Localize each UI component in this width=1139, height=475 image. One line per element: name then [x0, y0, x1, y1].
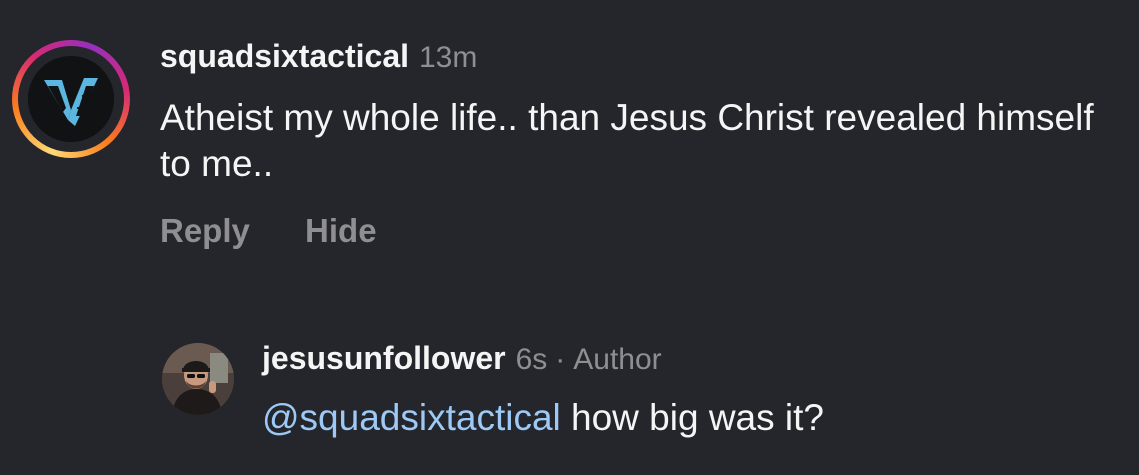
hide-button[interactable]: Hide [305, 212, 377, 249]
reply-button[interactable]: Reply [160, 212, 250, 249]
meta-separator: · [555, 343, 566, 376]
avatar-story-ring[interactable] [12, 40, 130, 158]
avatar-inner [18, 46, 124, 152]
reply-username-text[interactable]: jesusunfollower [262, 340, 506, 376]
comment-text: Atheist my whole life.. than Jesus Chris… [160, 97, 1094, 184]
reply-text: @squadsixtactical how big was it? [262, 395, 1122, 441]
username-text[interactable]: squadsixtactical [160, 38, 409, 74]
avatar[interactable] [162, 343, 234, 415]
comment-actions: Reply Hide [160, 212, 377, 250]
cut-off-row [262, 468, 342, 470]
user-photo-icon [162, 343, 234, 415]
reply-username[interactable]: jesusunfollower 6s · Author [262, 340, 662, 377]
comment-username[interactable]: squadsixtactical 13m [160, 38, 477, 75]
comment-timestamp: 13m [419, 41, 478, 74]
reply-body-text: how big was it? [560, 397, 824, 438]
reply-timestamp: 6s [515, 343, 548, 376]
comment-item: squadsixtactical 13m Atheist my whole lif… [0, 0, 1139, 300]
author-badge: Author [573, 343, 662, 376]
v6-logo-icon [28, 56, 114, 142]
mention-link[interactable]: @squadsixtactical [262, 397, 561, 438]
